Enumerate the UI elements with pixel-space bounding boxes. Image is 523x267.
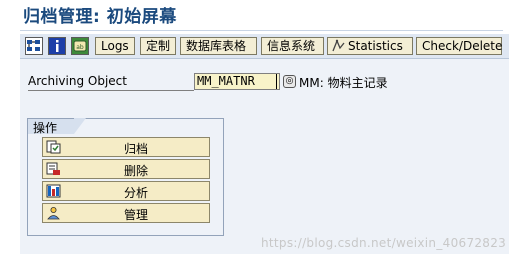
database-tables-button[interactable]: 数据库表格 bbox=[180, 37, 257, 55]
manage-button[interactable]: 管理 bbox=[42, 203, 210, 223]
archive-label: 归档 bbox=[123, 142, 148, 156]
statistics-label: Statistics bbox=[348, 39, 403, 53]
information-system-button[interactable]: 信息系统 bbox=[261, 37, 324, 55]
archiving-object-input[interactable]: MM_MATNR bbox=[194, 73, 280, 90]
delete-button[interactable]: 删除 bbox=[42, 159, 210, 179]
actions-group-header-slant bbox=[74, 118, 86, 134]
label-underline bbox=[28, 90, 194, 91]
info-icon[interactable] bbox=[48, 37, 66, 55]
value-help-icon[interactable]: ◎ bbox=[283, 75, 296, 88]
archiving-object-label: Archiving Object bbox=[28, 74, 127, 88]
analyze-label: 分析 bbox=[123, 186, 148, 200]
customizing-icon[interactable]: ab bbox=[71, 37, 89, 55]
application-toolbar: ab Logs 定制 数据库表格 信息系统 Statistics Check/D… bbox=[20, 34, 509, 59]
text-cursor bbox=[276, 74, 277, 89]
archive-button[interactable]: 归档 bbox=[42, 137, 210, 157]
statistics-icon bbox=[331, 39, 346, 58]
hierarchy-icon[interactable] bbox=[25, 37, 43, 55]
page-title: 归档管理: 初始屏幕 bbox=[23, 7, 177, 27]
svg-text:ab: ab bbox=[76, 44, 84, 51]
logs-button[interactable]: Logs bbox=[95, 37, 135, 55]
archiving-object-description: MM: 物料主记录 bbox=[299, 76, 388, 90]
check-delete-button[interactable]: Check/Delete bbox=[416, 37, 502, 55]
analyze-button[interactable]: 分析 bbox=[42, 181, 210, 201]
title-separator bbox=[20, 30, 503, 31]
watermark-url: https://blog.csdn.net/weixin_40672823 bbox=[261, 236, 507, 250]
delete-label: 删除 bbox=[123, 164, 148, 178]
manage-label: 管理 bbox=[123, 208, 148, 222]
actions-group-title: 操作 bbox=[33, 121, 58, 135]
customize-button[interactable]: 定制 bbox=[140, 37, 176, 55]
statistics-button[interactable]: Statistics bbox=[327, 37, 413, 55]
